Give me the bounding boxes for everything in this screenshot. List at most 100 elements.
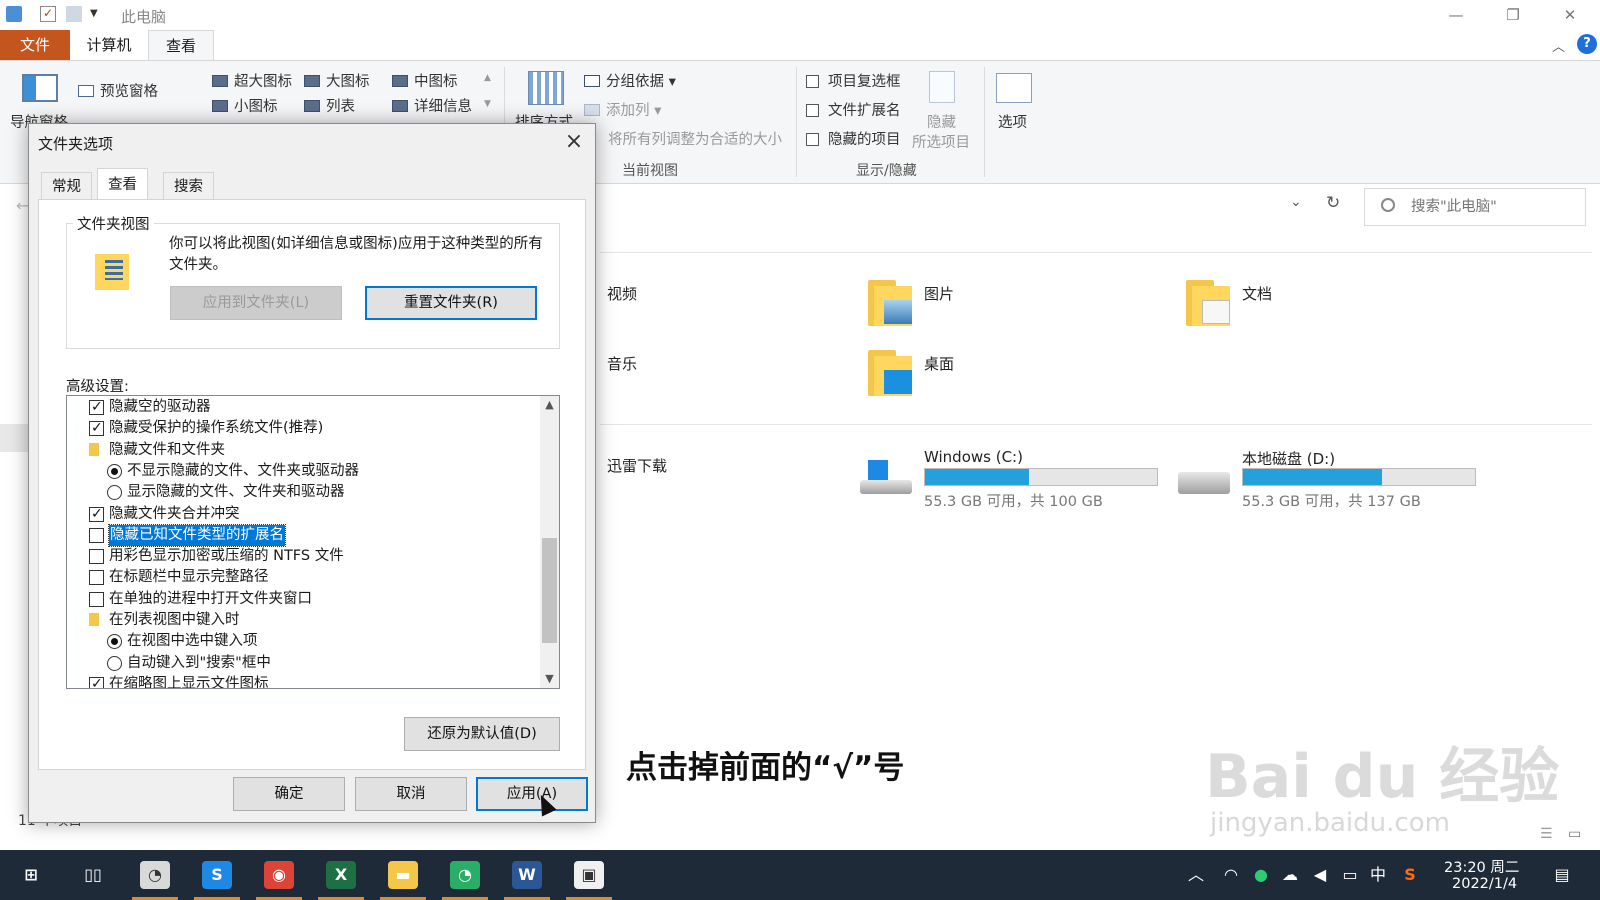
reset-folders-button[interactable]: 重置文件夹(R) [365,286,537,320]
details-button[interactable]: 详细信息 [392,95,472,116]
group-by-button[interactable]: 分组依据 ▾ [584,70,676,91]
setting-radio[interactable] [107,485,122,501]
taskbar-wechat[interactable]: ◔ [434,850,496,900]
file-extensions-toggle[interactable]: 文件扩展名 [806,99,901,120]
tab-general[interactable]: 常规 [41,172,92,200]
setting-checkbox[interactable] [89,674,104,688]
thunder-downloads[interactable]: 迅雷下载 [607,455,667,476]
add-columns-button[interactable]: 添加列 ▾ [584,99,661,120]
setting-checkbox[interactable] [89,549,104,565]
pictures-folder-icon[interactable] [868,280,912,326]
taskbar-photos[interactable]: ▣ [558,850,620,900]
properties-icon[interactable]: ✓ [40,6,56,22]
clock-date[interactable]: 2022/1/4 [1452,876,1517,892]
clock-time[interactable]: 23:20 周二 [1444,856,1519,877]
taskbar-chrome[interactable]: ◉ [248,850,310,900]
scroll-up-icon[interactable]: ▲ [540,396,559,414]
advanced-list-scrollbar[interactable]: ▲ ▼ [540,396,559,688]
item-checkboxes-toggle[interactable]: 项目复选框 [806,70,901,91]
ime-indicator[interactable]: 中 [1366,850,1390,900]
hidden-items-toggle[interactable]: 隐藏的项目 [806,128,901,149]
help-icon[interactable]: ? [1577,34,1597,54]
layout-scroll-down-icon[interactable]: ▼ [484,99,491,109]
nav-pane-icon[interactable] [22,74,58,102]
setting-checkbox[interactable] [89,591,104,607]
tab-computer[interactable]: 计算机 [72,30,146,60]
scroll-down-icon[interactable]: ▼ [540,670,559,688]
sogou-ime-icon[interactable]: S [1398,850,1422,900]
search-input[interactable] [1411,195,1576,219]
ok-button[interactable]: 确定 [233,777,345,811]
details-view-icon[interactable]: ☰ [1540,826,1553,842]
hide-selected-icon[interactable] [929,71,955,103]
setting-radio[interactable] [107,634,122,650]
hide-selected-line2[interactable]: 所选项目 [912,131,970,152]
folder-documents[interactable]: 文档 [1242,283,1272,304]
hide-selected-line1[interactable]: 隐藏 [927,111,956,132]
large-icons-button[interactable]: 大图标 [304,70,370,91]
apply-to-folders-button[interactable]: 应用到文件夹(L) [170,286,342,320]
file-extensions-checkbox[interactable] [806,104,819,117]
taskbar-word[interactable]: W [496,850,558,900]
folder-desktop[interactable]: 桌面 [924,353,954,374]
minimize-button[interactable]: — [1433,2,1479,28]
folder-music[interactable]: 音乐 [607,353,637,374]
item-checkboxes-checkbox[interactable] [806,75,819,88]
extra-large-icons-button[interactable]: 超大图标 [212,70,292,91]
taskbar-task-view[interactable]: ▯▯ [62,850,124,900]
small-icons-button[interactable]: 小图标 [212,95,278,116]
size-all-columns-button[interactable]: 将所有列调整为合适的大小 [608,128,782,149]
setting-radio[interactable] [107,655,122,671]
scroll-thumb[interactable] [542,538,557,643]
setting-checkbox[interactable] [89,527,104,543]
taskbar-skype[interactable]: S [186,850,248,900]
layout-scroll-up-icon[interactable]: ▲ [484,73,491,83]
close-window-button[interactable]: ✕ [1547,2,1593,28]
refresh-icon[interactable]: ↻ [1326,193,1340,213]
advanced-settings-list[interactable]: 隐藏空的驱动器隐藏受保护的操作系统文件(推荐) 隐藏文件和文件夹不显示隐藏的文件、… [66,395,560,689]
collapse-ribbon-icon[interactable]: ︿ [1552,36,1565,55]
restore-button[interactable]: ❐ [1490,2,1536,28]
battery-icon[interactable]: ▭ [1338,850,1362,900]
address-history-dropdown-icon[interactable]: ⌄ [1290,194,1302,210]
search-box[interactable] [1364,188,1586,226]
tab-file[interactable]: 文件 [0,30,70,60]
this-pc-icon[interactable] [6,6,22,22]
setting-checkbox[interactable] [89,418,104,439]
tab-view[interactable]: 查看 [148,30,214,60]
onedrive-icon[interactable]: ☁ [1278,850,1302,900]
setting-checkbox[interactable] [89,397,104,418]
hidden-items-checkbox[interactable] [806,133,819,146]
taskbar-excel[interactable]: X [310,850,372,900]
documents-folder-icon[interactable] [1186,280,1230,326]
setting-checkbox[interactable] [89,570,104,586]
dialog-close-button[interactable]: × [557,128,591,158]
setting-radio[interactable] [107,463,122,479]
large-icons-view-icon[interactable]: ▭ [1568,826,1581,842]
desktop-folder-icon[interactable] [868,350,912,396]
network-icon[interactable]: ◠ [1220,850,1242,900]
tab-view-dialog[interactable]: 查看 [97,168,148,200]
taskbar-file-explorer[interactable]: ▬ [372,850,434,900]
cancel-button[interactable]: 取消 [355,777,467,811]
options-icon[interactable] [996,73,1032,103]
volume-icon[interactable]: ◀ [1308,850,1332,900]
notifications-icon[interactable]: ▤ [1548,850,1576,900]
quick-access-dropdown-icon[interactable]: ▼ [90,6,106,22]
medium-icons-button[interactable]: 中图标 [392,70,458,91]
tab-search[interactable]: 搜索 [163,172,214,200]
security-icon[interactable]: ● [1250,850,1272,900]
apply-button[interactable]: 应用(A) [476,777,588,811]
list-button[interactable]: 列表 [304,95,355,116]
folder-pictures[interactable]: 图片 [924,283,954,304]
new-folder-icon[interactable] [66,6,82,22]
preview-pane-button[interactable]: 预览窗格 [78,80,158,101]
restore-defaults-button[interactable]: 还原为默认值(D) [404,717,560,751]
options-button[interactable]: 选项 [998,111,1027,132]
taskbar-start[interactable]: ⊞ [0,850,62,900]
sort-by-icon[interactable] [528,71,564,105]
folder-videos[interactable]: 视频 [607,283,637,304]
taskbar-clock-app[interactable]: ◔ [124,850,186,900]
show-hidden-icons-icon[interactable]: ︿ [1186,850,1206,900]
setting-checkbox[interactable] [89,504,104,525]
